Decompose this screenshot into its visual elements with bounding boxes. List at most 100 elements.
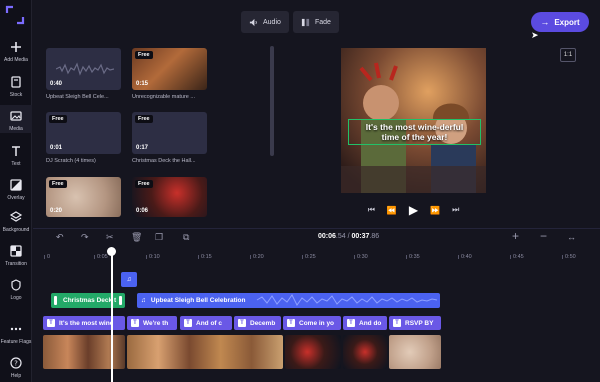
audio-clip[interactable]: ♫ Upbeat Sleigh Bell Celebration bbox=[137, 293, 440, 308]
media-tile[interactable]: Free 0:01 DJ Scratch (4 times) bbox=[46, 112, 121, 164]
sidebar-item-feature-flags[interactable]: Feature Flags bbox=[0, 322, 32, 345]
sidebar-item-logo[interactable]: Logo bbox=[0, 278, 32, 301]
media-tile[interactable]: 0:40 Upbeat Sleigh Bell Cele... bbox=[46, 48, 121, 100]
stock-icon bbox=[11, 76, 21, 88]
sidebar-item-add-media[interactable]: Add Media bbox=[0, 40, 32, 63]
play-button[interactable]: ▶ bbox=[409, 203, 418, 217]
caption-line-1: It's the most wine-derful bbox=[365, 122, 464, 132]
zoom-in-icon[interactable]: + bbox=[512, 229, 519, 243]
text-clip[interactable]: T And do bbox=[343, 316, 387, 330]
sidebar-item-text[interactable]: Text bbox=[0, 144, 32, 167]
ruler-tick: 0:15 bbox=[198, 254, 212, 260]
audio-button[interactable]: Audio bbox=[241, 11, 289, 33]
app-logo-icon[interactable] bbox=[4, 4, 26, 26]
text-clip[interactable]: T And of c bbox=[180, 316, 232, 330]
redo-icon[interactable]: ↷ bbox=[81, 232, 89, 243]
sidebar-item-label: Logo bbox=[10, 295, 22, 301]
audio-clip[interactable]: Christmas Deck t bbox=[51, 293, 125, 308]
current-time-fraction: .54 bbox=[335, 233, 346, 240]
sidebar-item-label: Add Media bbox=[4, 57, 28, 63]
export-button[interactable]: → Export bbox=[531, 12, 589, 32]
sidebar-item-transition[interactable]: Transition bbox=[0, 244, 32, 267]
caption-line-2: time of the year! bbox=[381, 132, 448, 142]
sidebar-item-label: Transition bbox=[5, 261, 27, 267]
sidebar-item-label: Feature Flags bbox=[0, 339, 32, 345]
sidebar-item-media[interactable]: Media bbox=[0, 105, 32, 133]
zoom-out-icon[interactable]: − bbox=[540, 229, 547, 243]
free-badge: Free bbox=[135, 51, 153, 59]
sidebar-item-background[interactable]: Background bbox=[0, 210, 32, 233]
text-clip[interactable]: T Come in yo bbox=[283, 316, 341, 330]
trim-handle-left[interactable] bbox=[54, 296, 57, 305]
free-badge: Free bbox=[135, 180, 153, 188]
audio-clip-small[interactable]: ♫ bbox=[121, 272, 137, 287]
media-tile[interactable]: Free 0:06 bbox=[132, 177, 207, 217]
media-tile[interactable]: Free 0:17 Christmas Deck the Hall... bbox=[132, 112, 207, 164]
video-clip[interactable] bbox=[343, 335, 387, 369]
media-thumbnail: Free 0:06 bbox=[132, 177, 207, 217]
text-clip-label: And of c bbox=[196, 319, 222, 327]
media-tile[interactable]: Free 0:20 bbox=[46, 177, 121, 217]
sidebar-item-label: Help bbox=[10, 373, 22, 379]
video-clip[interactable] bbox=[285, 335, 341, 369]
timeline-ruler[interactable]: 0 0:05 0:10 0:15 0:20 0:25 0:30 0:35 0:4… bbox=[42, 250, 600, 264]
sidebar-item-stock[interactable]: Stock bbox=[0, 75, 32, 98]
text-clip-label: And do bbox=[359, 319, 382, 327]
text-clip-label: Decemb bbox=[250, 319, 276, 327]
rewind-icon[interactable]: ⏪ bbox=[387, 206, 397, 215]
duplicate-icon[interactable]: ❐ bbox=[155, 232, 163, 243]
text-clip[interactable]: T We're th bbox=[127, 316, 177, 330]
ruler-tick: 0:20 bbox=[250, 254, 264, 260]
skip-start-icon[interactable]: ⏮ bbox=[368, 205, 375, 215]
fast-forward-icon[interactable]: ⏩ bbox=[430, 206, 440, 215]
ruler-tick: 0:50 bbox=[562, 254, 576, 260]
ruler-tick: 0:45 bbox=[510, 254, 524, 260]
media-tile[interactable]: Free 0:15 Unrecognizable mature ... bbox=[132, 48, 207, 100]
sidebar-item-help[interactable]: ? Help bbox=[0, 356, 32, 379]
ruler-tick: 0:35 bbox=[406, 254, 420, 260]
music-note-icon: ♫ bbox=[141, 297, 146, 304]
arrow-right-icon: → bbox=[540, 17, 550, 27]
media-thumbnail: Free 0:15 bbox=[132, 48, 207, 90]
text-icon: T bbox=[238, 319, 246, 327]
ruler-tick: 0:05 bbox=[94, 254, 108, 260]
ruler-tick: 0:40 bbox=[458, 254, 472, 260]
video-preview[interactable]: It's the most wine-derful time of the ye… bbox=[341, 48, 486, 193]
video-clip[interactable] bbox=[43, 335, 125, 369]
media-thumbnail: Free 0:01 bbox=[46, 112, 121, 154]
free-badge: Free bbox=[49, 180, 67, 188]
duration-label: 0:20 bbox=[50, 208, 63, 214]
media-scrollbar[interactable] bbox=[270, 46, 274, 156]
undo-icon[interactable]: ↶ bbox=[56, 232, 64, 243]
trim-handle-right[interactable] bbox=[119, 296, 122, 305]
copy-icon[interactable]: ⧉ bbox=[183, 232, 189, 243]
ruler-tick: 0:25 bbox=[302, 254, 316, 260]
timeline-toolbar: ↶ ↷ ✂ 🗑 ❐ ⧉ 00:06.54 / 00:37.86 + − ↔ bbox=[33, 228, 600, 246]
fit-timeline-icon[interactable]: ↔ bbox=[567, 232, 576, 242]
playhead[interactable] bbox=[111, 248, 113, 382]
media-thumbnail: Free 0:20 bbox=[46, 177, 121, 217]
video-clip[interactable] bbox=[127, 335, 283, 369]
free-badge: Free bbox=[135, 115, 153, 123]
text-icon: T bbox=[131, 319, 139, 327]
text-clip[interactable]: T Decemb bbox=[234, 316, 281, 330]
skip-end-icon[interactable]: ⏭ bbox=[452, 205, 459, 215]
media-icon bbox=[10, 111, 22, 121]
export-label: Export bbox=[554, 17, 580, 27]
text-clip[interactable]: T RSVP BY bbox=[389, 316, 441, 330]
aspect-ratio-button[interactable]: 1:1 bbox=[560, 48, 576, 62]
split-scissors-icon[interactable]: ✂ bbox=[106, 232, 114, 243]
fade-button[interactable]: Fade bbox=[293, 11, 339, 33]
svg-text:?: ? bbox=[14, 360, 18, 368]
video-clip[interactable] bbox=[389, 335, 441, 369]
playhead-handle[interactable] bbox=[107, 247, 116, 256]
delete-icon[interactable]: 🗑 bbox=[131, 232, 142, 243]
timecode: 00:06.54 / 00:37.86 bbox=[318, 233, 379, 240]
preview-caption-selection[interactable]: It's the most wine-derful time of the ye… bbox=[348, 119, 481, 145]
media-library: 0:40 Upbeat Sleigh Bell Cele... Free 0:1… bbox=[33, 36, 223, 226]
playback-controls: ⏮ ⏪ ▶ ⏩ ⏭ bbox=[341, 200, 486, 220]
text-clip[interactable]: T It's the most wine bbox=[43, 316, 125, 330]
total-time: 00:37 bbox=[351, 233, 370, 240]
sidebar-item-overlay[interactable]: Overlay bbox=[0, 178, 32, 201]
duration-label: 0:15 bbox=[136, 81, 149, 87]
